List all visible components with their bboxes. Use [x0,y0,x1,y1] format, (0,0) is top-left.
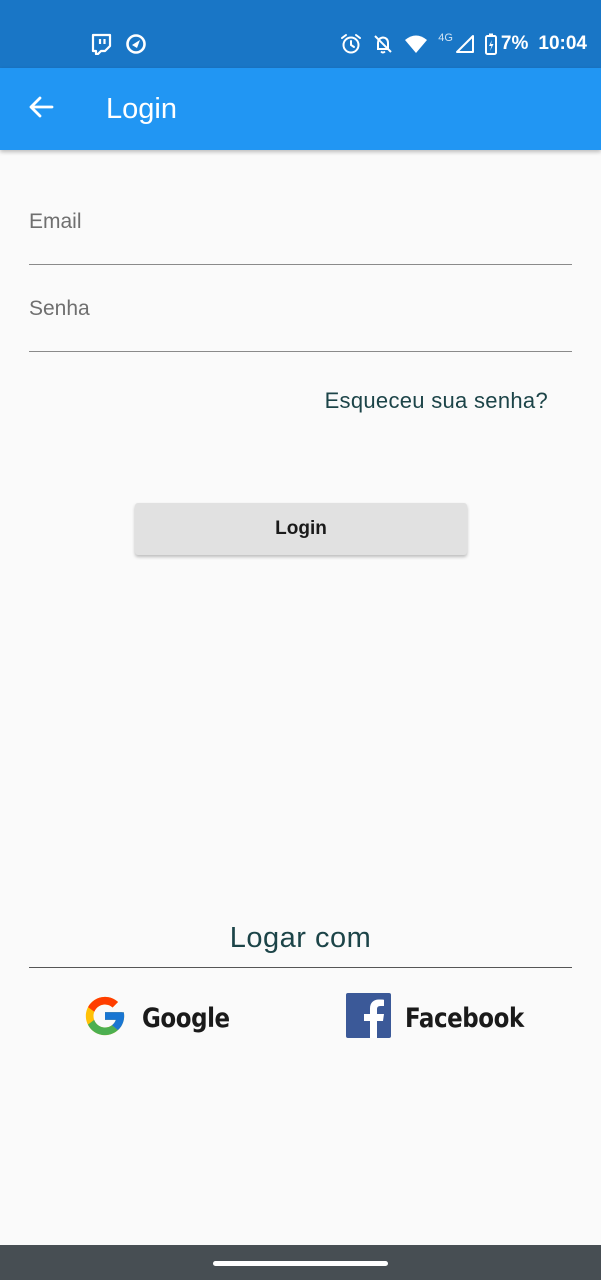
forgot-password-link[interactable]: Esqueceu sua senha? [325,388,548,414]
login-button[interactable]: Login [135,503,467,555]
home-indicator[interactable] [213,1261,388,1266]
alarm-icon [340,33,362,55]
navigation-bar [0,1245,601,1280]
password-field[interactable] [29,289,572,329]
login-screen: 4G 7% 10:04 Login Email Esqueceu sua sen… [0,0,601,1280]
password-field-container [29,289,572,352]
social-login-heading: Logar com [229,922,372,954]
bell-off-icon [372,33,394,55]
facebook-label: Facebook [405,1002,524,1034]
wifi-icon [404,33,428,55]
status-bar: 4G 7% 10:04 [0,0,601,68]
battery-icon [484,33,497,55]
arrow-back-icon [28,94,54,125]
email-field[interactable] [29,202,572,242]
network-type: 4G [438,32,453,44]
google-login-button[interactable]: Google [82,994,245,1042]
google-label: Google [142,1002,230,1034]
google-icon [82,993,128,1044]
app-bar: Login [0,68,601,150]
clock: 10:04 [538,33,587,54]
facebook-icon [346,993,391,1043]
back-button[interactable] [20,88,62,130]
facebook-login-button[interactable]: Facebook [346,993,545,1043]
status-icons: 4G 7% 10:04 [340,30,587,58]
signal-icon [455,34,475,54]
twitch-icon [90,33,112,56]
divider [29,967,572,968]
battery-percent: 7% [500,33,529,54]
app-icon [125,33,147,55]
email-field-container [29,202,572,265]
page-title: Login [106,93,177,125]
